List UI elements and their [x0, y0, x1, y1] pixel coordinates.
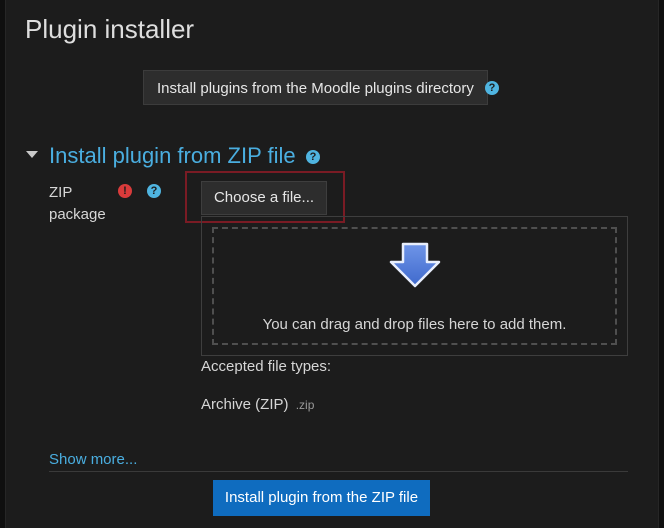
drop-hint: You can drag and drop files here to add …	[262, 316, 567, 333]
divider	[49, 471, 628, 472]
down-arrow-icon	[389, 242, 441, 288]
required-icon: !	[118, 184, 132, 198]
help-icon[interactable]: ?	[147, 184, 161, 198]
section-title[interactable]: Install plugin from ZIP file	[49, 143, 296, 169]
plugins-directory-button[interactable]: Install plugins from the Moodle plugins …	[143, 70, 488, 105]
accepted-type-name: Archive (ZIP)	[201, 396, 289, 413]
help-icon[interactable]: ?	[306, 150, 320, 164]
choose-file-button[interactable]: Choose a file...	[201, 181, 327, 215]
accepted-type-ext: .zip	[295, 398, 315, 412]
show-more-link[interactable]: Show more...	[49, 451, 137, 468]
help-icon[interactable]: ?	[485, 81, 499, 95]
caret-down-icon[interactable]	[26, 151, 38, 158]
zip-package-label: ZIP package	[49, 184, 106, 223]
accepted-type-item: Archive (ZIP) .zip	[201, 396, 314, 413]
install-zip-button[interactable]: Install plugin from the ZIP file	[213, 480, 430, 516]
page-title: Plugin installer	[25, 14, 195, 44]
accepted-types-label: Accepted file types:	[201, 358, 332, 375]
